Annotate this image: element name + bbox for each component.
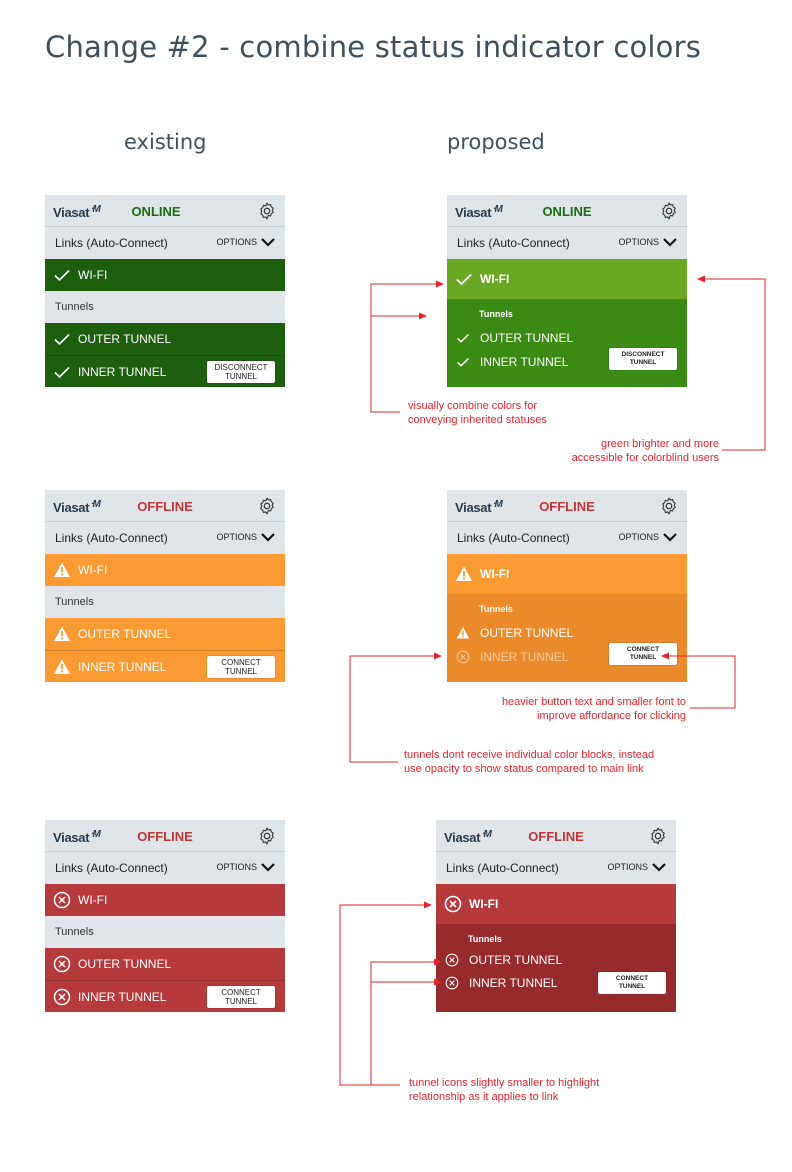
arrow-button <box>661 652 736 709</box>
arrow-opacity <box>349 652 442 763</box>
arrow-green <box>697 275 766 451</box>
annotation-arrows <box>339 275 766 1086</box>
arrow-icons-wifi <box>339 901 432 1086</box>
arrow-icons-outer <box>370 958 442 1086</box>
arrow-combine-wifi <box>370 280 444 413</box>
